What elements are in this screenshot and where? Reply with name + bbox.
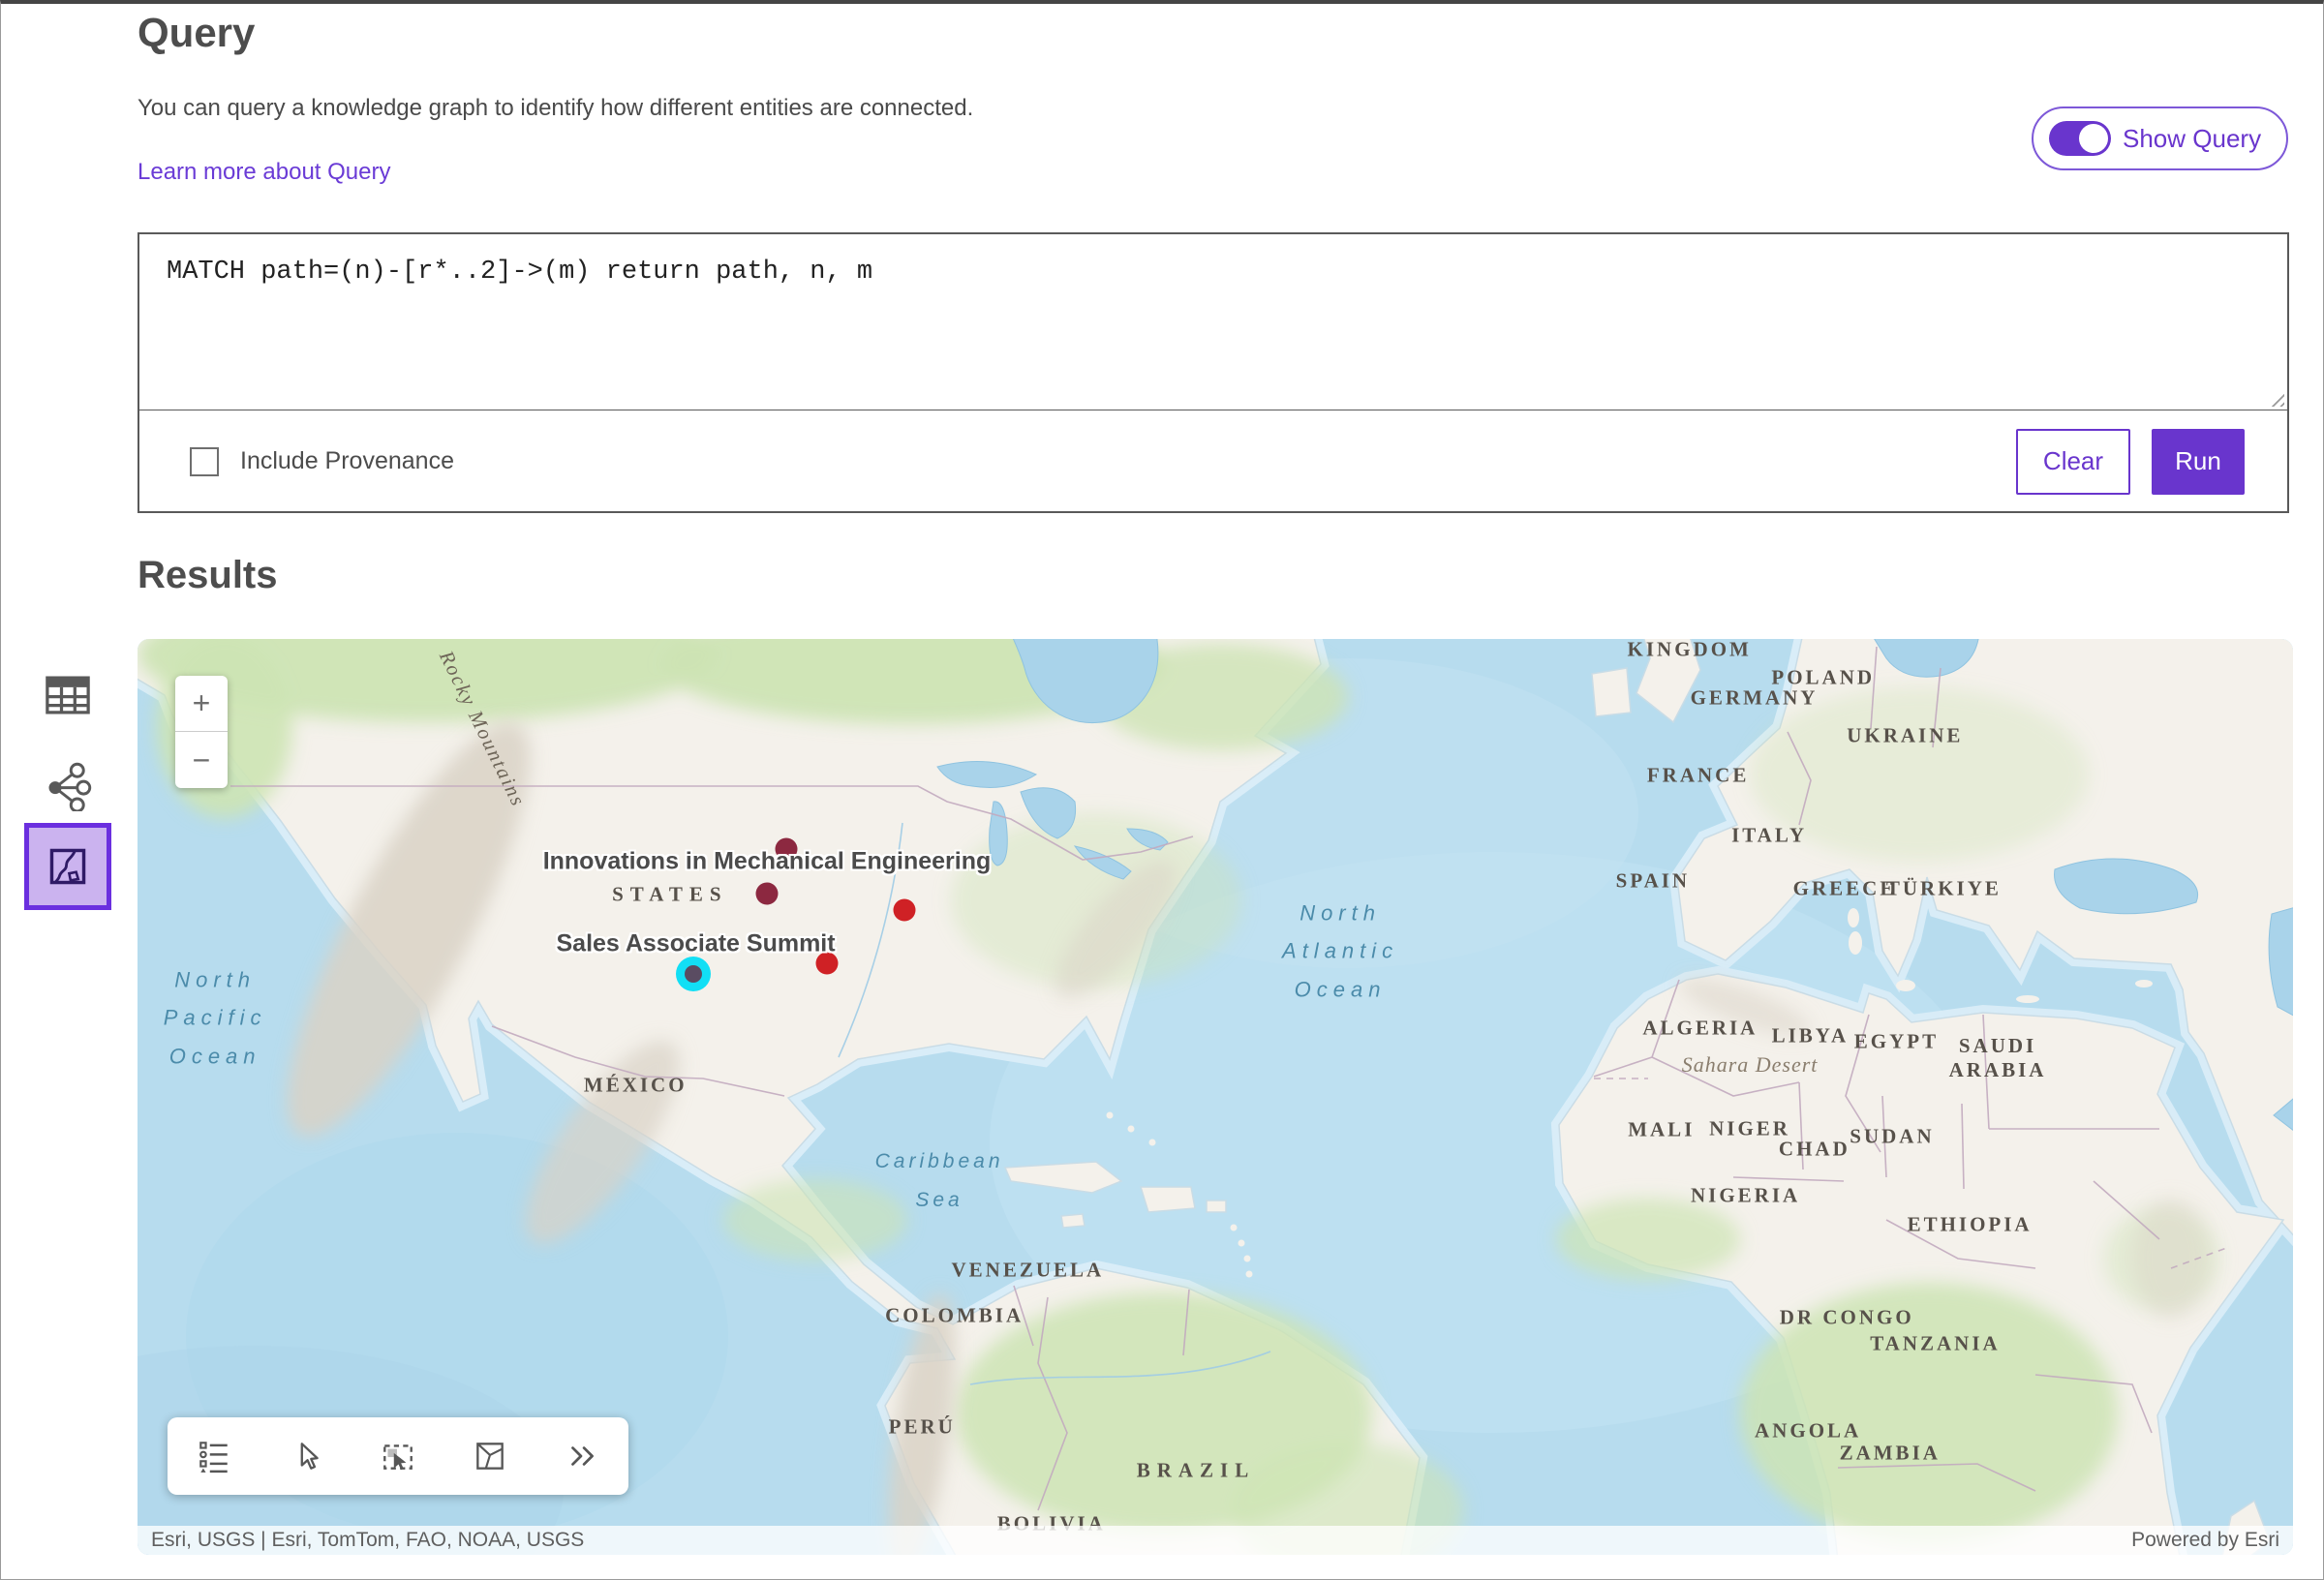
- map-toolbar: [168, 1417, 628, 1495]
- entity-label-sales-associate-summit: Sales Associate Summit: [556, 930, 835, 958]
- page-description: You can query a knowledge graph to ident…: [138, 95, 973, 122]
- map-icon: [46, 844, 90, 889]
- map-label-italy: ITALY: [1731, 824, 1807, 848]
- map-label-greece: GREECE: [1793, 877, 1897, 901]
- map-label-france: FRANCE: [1647, 763, 1750, 787]
- map-label-algeria: ALGERIA: [1642, 1017, 1758, 1041]
- entity-point-selected[interactable]: [676, 957, 711, 991]
- checkbox-box-icon[interactable]: [190, 447, 219, 476]
- results-map[interactable]: KINGDOMPOLANDGERMANYUKRAINEFRANCEITALYSP…: [138, 639, 2293, 1555]
- page-title: Query: [138, 10, 255, 56]
- query-panel: MATCH path=(n)-[r*..2]->(m) return path,…: [138, 232, 2289, 513]
- query-input[interactable]: MATCH path=(n)-[r*..2]->(m) return path,…: [139, 234, 2287, 410]
- map-label-angola: ANGOLA: [1755, 1419, 1861, 1443]
- map-label-states: STATES: [612, 882, 727, 906]
- map-label-mali: MALI: [1628, 1118, 1695, 1142]
- map-attribution: Esri, USGS | Esri, TomTom, FAO, NOAA, US…: [138, 1526, 2293, 1555]
- map-label-ethiopia: ETHIOPIA: [1908, 1213, 2033, 1237]
- map-label-chad: CHAD: [1779, 1137, 1850, 1161]
- show-query-toggle[interactable]: Show Query: [2032, 106, 2288, 170]
- legend-list-icon[interactable]: [193, 1435, 235, 1477]
- map-label-egypt: EGYPT: [1854, 1030, 1939, 1054]
- map-label-libya: LIBYA: [1772, 1023, 1850, 1048]
- map-label-sudan: SUDAN: [1850, 1124, 1934, 1148]
- map-label-north-atlantic-ocean: North Atlantic Ocean: [1282, 894, 1398, 1009]
- map-label-spain: SPAIN: [1616, 868, 1690, 893]
- link-chart-view-button[interactable]: [41, 759, 95, 813]
- map-label-per: PERÚ: [889, 1414, 956, 1439]
- expand-chevrons-icon[interactable]: [561, 1435, 603, 1477]
- map-label-sahara-desert: Sahara Desert: [1682, 1052, 1819, 1078]
- map-label-saudi-arabia: SAUDI ARABIA: [1949, 1034, 2047, 1082]
- map-label-zambia: ZAMBIA: [1840, 1441, 1941, 1465]
- link-chart-icon: [43, 761, 93, 811]
- entity-point[interactable]: [894, 899, 916, 922]
- map-label-germany: GERMANY: [1691, 685, 1819, 710]
- entity-label-innovations-in-mechanical-engineering: Innovations in Mechanical Engineering: [543, 847, 992, 875]
- map-label-venezuela: VENEZUELA: [951, 1258, 1104, 1282]
- zoom-out-button[interactable]: −: [175, 732, 228, 788]
- map-label-m-xico: MÉXICO: [584, 1073, 688, 1097]
- include-provenance-checkbox[interactable]: Include Provenance: [190, 447, 454, 476]
- map-zoom-control: + −: [175, 676, 228, 788]
- results-title: Results: [138, 554, 278, 597]
- query-footer: Include Provenance Clear Run: [139, 411, 2287, 511]
- attribution-sources: Esri, USGS | Esri, TomTom, FAO, NOAA, US…: [151, 1529, 584, 1552]
- map-label-north-pacific-ocean: North Pacific Ocean: [164, 960, 267, 1076]
- include-provenance-label: Include Provenance: [240, 447, 454, 475]
- map-view-button[interactable]: [24, 823, 111, 910]
- attribution-powered-by: Powered by Esri: [2131, 1529, 2279, 1552]
- query-actions: Clear Run: [2016, 429, 2245, 495]
- map-label-brazil: BRAZIL: [1137, 1458, 1256, 1482]
- select-polygon-icon[interactable]: [469, 1435, 511, 1477]
- map-label-tanzania: TANZANIA: [1870, 1332, 2000, 1356]
- entity-point[interactable]: [755, 882, 778, 904]
- cursor-select-icon[interactable]: [285, 1435, 327, 1477]
- toggle-switch-icon[interactable]: [2049, 121, 2111, 156]
- map-label-dr-congo: DR CONGO: [1780, 1305, 1914, 1329]
- map-label-nigeria: NIGERIA: [1691, 1184, 1800, 1208]
- map-label-ukraine: UKRAINE: [1847, 724, 1963, 748]
- toggle-knob: [2079, 124, 2108, 153]
- map-label-colombia: COLOMBIA: [885, 1304, 1024, 1328]
- table-icon: [43, 670, 93, 720]
- clear-button[interactable]: Clear: [2016, 429, 2130, 495]
- map-label-kingdom: KINGDOM: [1628, 639, 1752, 662]
- zoom-in-button[interactable]: +: [175, 676, 228, 732]
- run-button[interactable]: Run: [2152, 429, 2245, 495]
- map-label-caribbean-sea: Caribbean Sea: [875, 1142, 1004, 1220]
- results-view-switcher: [19, 668, 116, 910]
- table-view-button[interactable]: [41, 668, 95, 722]
- map-label-t-rkiye: TÜRKIYE: [1886, 877, 2002, 901]
- show-query-label: Show Query: [2123, 124, 2261, 154]
- learn-more-link[interactable]: Learn more about Query: [138, 159, 390, 186]
- select-rectangle-icon[interactable]: [377, 1435, 419, 1477]
